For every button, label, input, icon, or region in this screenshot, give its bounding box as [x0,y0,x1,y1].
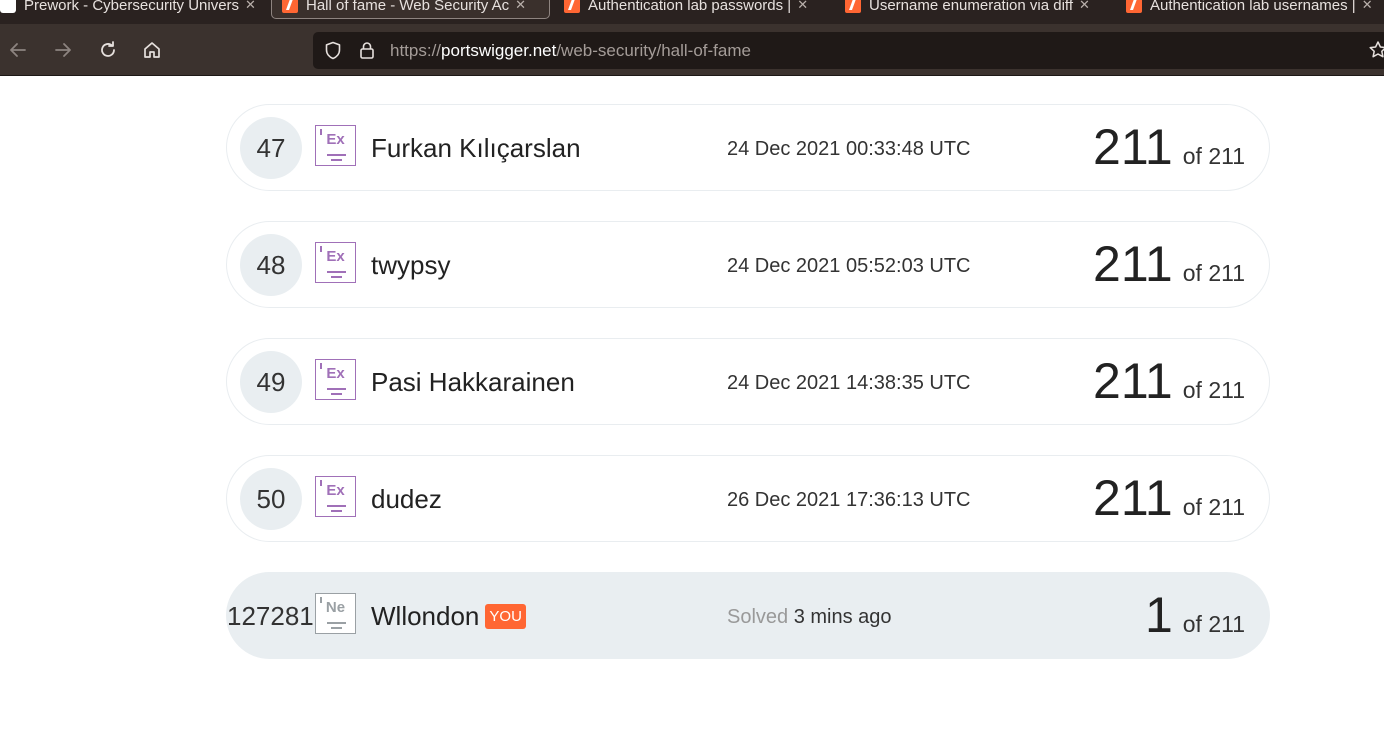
navigation-toolbar: https://portswigger.net/web-security/hal… [0,24,1384,76]
expert-badge-icon: Ex [315,242,356,283]
tab-title: Prework - Cybersecurity Univers [24,0,240,14]
portswigger-icon [282,0,298,13]
user-name[interactable]: Wllondon YOU [371,601,526,632]
expert-badge-icon: Ex [315,476,356,517]
tab-title: Username enumeration via diff [869,0,1073,14]
leaderboard-row: 47 Ex Furkan Kılıçarslan 24 Dec 2021 00:… [226,104,1270,191]
shield-icon[interactable] [324,41,342,65]
address-bar[interactable]: https://portswigger.net/web-security/hal… [313,32,1384,69]
leaderboard-row: 48 Ex twypsy 24 Dec 2021 05:52:03 UTC 21… [226,221,1270,308]
score: 211 of 211 [1093,470,1245,526]
expert-badge-icon: Ex [315,359,356,400]
score: 211 of 211 [1093,236,1245,292]
forward-icon[interactable] [51,38,75,62]
solved-count: 211 [1093,353,1173,409]
close-tab-icon[interactable]: ✕ [515,0,526,13]
completion-date: 24 Dec 2021 05:52:03 UTC [727,255,971,277]
score: 211 of 211 [1093,353,1245,409]
completion-date: 26 Dec 2021 17:36:13 UTC [727,489,971,511]
tab-username-enumeration[interactable]: Username enumeration via diff ✕ [845,0,1103,18]
close-tab-icon[interactable]: ✕ [797,0,808,13]
score: 1 of 211 [1145,587,1245,643]
solved-time: Solved 3 mins ago [727,606,892,629]
rank-number: 127281 [227,600,314,631]
solved-count: 211 [1093,470,1173,526]
portswigger-icon [845,0,861,13]
url-scheme: https:// [390,41,442,60]
lock-icon[interactable] [359,41,375,65]
solved-when: 3 mins ago [793,606,892,628]
leaderboard-row: 50 Ex dudez 26 Dec 2021 17:36:13 UTC 211… [226,455,1270,542]
you-badge: YOU [485,604,526,629]
github-icon [0,0,16,13]
solved-count: 211 [1093,119,1173,175]
total-labs: of 211 [1182,377,1245,403]
tab-title: Hall of fame - Web Security Ac [306,0,510,14]
tab-hall-of-fame[interactable]: Hall of fame - Web Security Ac ✕ [271,0,550,19]
completion-date: 24 Dec 2021 14:38:35 UTC [727,372,971,394]
total-labs: of 211 [1182,260,1245,286]
badge-label: Ex [326,365,345,382]
tab-title: Authentication lab passwords | [588,0,792,14]
tab-auth-lab-passwords[interactable]: Authentication lab passwords | ✕ [564,0,822,18]
rank-number: 48 [240,234,302,296]
user-name[interactable]: dudez [371,484,442,515]
total-labs: of 211 [1182,143,1245,169]
back-icon[interactable] [6,38,30,62]
solved-count: 1 [1144,587,1173,643]
user-name[interactable]: Pasi Hakkarainen [371,367,575,398]
reload-icon[interactable] [96,38,120,62]
close-tab-icon[interactable]: ✕ [1079,0,1090,13]
badge-label: Ne [325,599,346,616]
badge-label: Ex [326,131,345,148]
solved-count: 211 [1093,236,1173,292]
url-text[interactable]: https://portswigger.net/web-security/hal… [390,41,751,61]
tab-prework[interactable]: Prework - Cybersecurity Univers ✕ [0,0,262,18]
close-tab-icon[interactable]: ✕ [1362,0,1373,13]
portswigger-icon [1126,0,1142,13]
score: 211 of 211 [1093,119,1245,175]
url-path: /web-security/hall-of-fame [556,41,751,60]
bookmark-star-icon[interactable] [1368,40,1384,65]
badge-label: Ex [326,248,345,265]
tab-auth-lab-usernames[interactable]: Authentication lab usernames | ✕ [1126,0,1384,18]
user-name[interactable]: Furkan Kılıçarslan [371,133,581,164]
user-name[interactable]: twypsy [371,250,450,281]
user-name-text: Wllondon [371,601,480,631]
novice-badge-icon: Ne [315,593,356,634]
solved-prefix: Solved [727,606,789,628]
expert-badge-icon: Ex [315,125,356,166]
total-labs: of 211 [1182,611,1245,637]
total-labs: of 211 [1182,494,1245,520]
home-icon[interactable] [140,38,164,62]
portswigger-icon [564,0,580,13]
leaderboard-row: 49 Ex Pasi Hakkarainen 24 Dec 2021 14:38… [226,338,1270,425]
tab-title: Authentication lab usernames | [1150,0,1356,14]
rank-number: 47 [240,117,302,179]
current-user-row: 127281 Ne Wllondon YOU Solved 3 mins ago… [226,572,1270,659]
close-tab-icon[interactable]: ✕ [245,0,256,13]
tab-strip: Prework - Cybersecurity Univers ✕ Hall o… [0,0,1384,24]
completion-date: 24 Dec 2021 00:33:48 UTC [727,138,971,160]
rank-number: 50 [240,468,302,530]
badge-label: Ex [326,482,345,499]
url-host: portswigger.net [441,41,557,60]
rank-number: 49 [240,351,302,413]
